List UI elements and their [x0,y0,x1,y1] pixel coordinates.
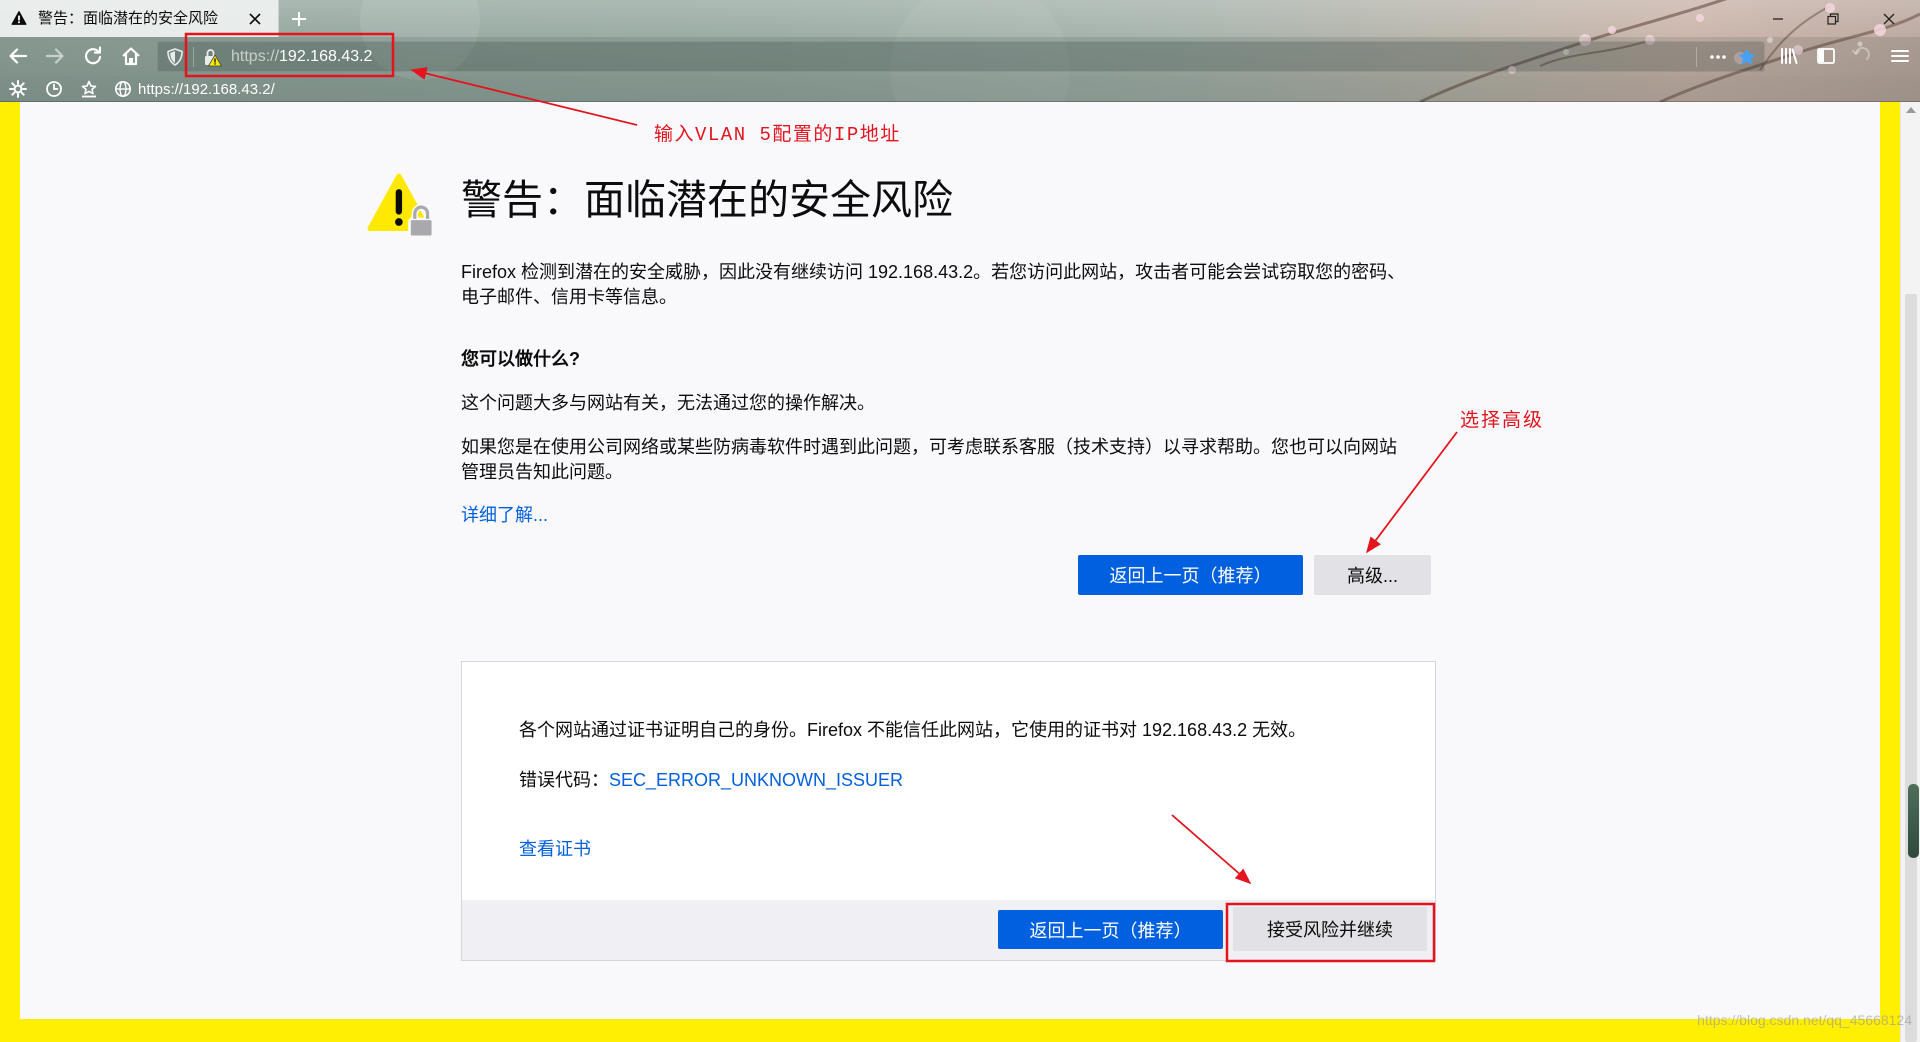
close-icon[interactable] [245,9,265,29]
reload-icon[interactable] [79,42,107,70]
certificate-description: 各个网站通过证书证明自己的身份。Firefox 不能信任此网站，它使用的证书对 … [519,720,1307,740]
highlight-frame-left [0,102,20,1042]
panel-go-back-button[interactable]: 返回上一页（推荐） [998,910,1223,949]
highlight-frame-bottom [0,1019,1900,1042]
browser-chrome: 警告：面临潜在的安全风险 https://192.168.43.2 https:… [0,0,1920,102]
urlbar-annotation: 输入VLAN 5配置的IP地址 [654,124,901,146]
page-actions-icon[interactable] [1704,43,1732,71]
window-close-icon[interactable] [1866,0,1912,37]
home-icon[interactable] [117,42,145,70]
go-back-button[interactable]: 返回上一页（推荐） [1078,555,1303,595]
url-bar-separator [1696,47,1697,67]
advanced-button[interactable]: 高级... [1314,555,1431,595]
history-clock-icon[interactable] [44,79,64,99]
error-code-label: 错误代码： [519,770,609,790]
error-code-link[interactable]: SEC_ERROR_UNKNOWN_ISSUER [609,770,903,790]
tab-active[interactable]: 警告：面临潜在的安全风险 [0,0,279,37]
highlight-frame-right [1880,102,1900,1042]
menu-icon[interactable] [1886,42,1914,70]
bookmarks-menu-icon[interactable] [79,79,99,99]
extension-icon[interactable] [1847,42,1875,70]
bookmark-item[interactable]: https://192.168.43.2/ [114,77,275,101]
what-can-you-do-text-2: 如果您是在使用公司网络或某些防病毒软件时遇到此问题，可考虑联系客服（技术支持）以… [461,437,1397,482]
security-warning-icon [367,173,435,239]
globe-icon [114,80,132,98]
insecure-lock-icon[interactable] [198,43,226,71]
sidebar-icon[interactable] [1812,42,1840,70]
advanced-annotation: 选择高级 [1460,410,1545,432]
tab-title: 警告：面临潜在的安全风险 [38,10,219,27]
url-bar[interactable]: https://192.168.43.2 [157,41,1765,72]
scrollbar-thumb[interactable] [1905,294,1917,1042]
url-bar-separator [193,47,194,67]
url-host: 192.168.43.2 [279,48,373,65]
what-can-you-do-heading: 您可以做什么? [461,349,580,369]
advanced-panel-footer: 返回上一页（推荐） 接受风险并继续 [462,900,1435,960]
bookmark-star-icon[interactable] [1733,43,1761,71]
learn-more-link[interactable]: 详细了解... [461,503,548,528]
scroll-up-icon[interactable] [1906,107,1916,113]
url-text[interactable]: https://192.168.43.2 [231,42,372,71]
restore-icon[interactable] [1810,0,1856,37]
advanced-panel: 各个网站通过证书证明自己的身份。Firefox 不能信任此网站，它使用的证书对 … [461,661,1436,961]
accept-risk-button[interactable]: 接受风险并继续 [1233,907,1427,951]
error-code-row: 错误代码：SEC_ERROR_UNKNOWN_ISSUER [519,768,903,793]
intro-text: Firefox 检测到潜在的安全威胁，因此没有继续访问 192.168.43.2… [461,262,1406,307]
settings-gear-icon[interactable] [8,79,28,99]
forward-arrow-icon[interactable] [41,42,69,70]
url-scheme: https:// [231,48,280,65]
warning-icon [11,10,27,26]
plus-icon[interactable] [285,5,313,33]
minimize-icon[interactable] [1755,0,1801,37]
page-title: 警告：面临潜在的安全风险 [461,177,953,223]
back-arrow-icon[interactable] [4,42,32,70]
bookmark-label: https://192.168.43.2/ [138,80,275,98]
tracking-shield-icon[interactable] [161,43,189,71]
what-can-you-do-text-1: 这个问题大多与网站有关，无法通过您的操作解决。 [461,393,875,413]
library-icon[interactable] [1775,42,1803,70]
navigation-toolbar: https://192.168.43.2 [0,37,1920,76]
vertical-scrollbar[interactable] [1900,102,1920,1042]
side-widget [1908,784,1919,858]
view-certificate-link[interactable]: 查看证书 [519,837,591,862]
watermark: https://blog.csdn.net/qq_45668124 [1697,1012,1912,1028]
bookmarks-toolbar: https://192.168.43.2/ [0,76,1920,102]
